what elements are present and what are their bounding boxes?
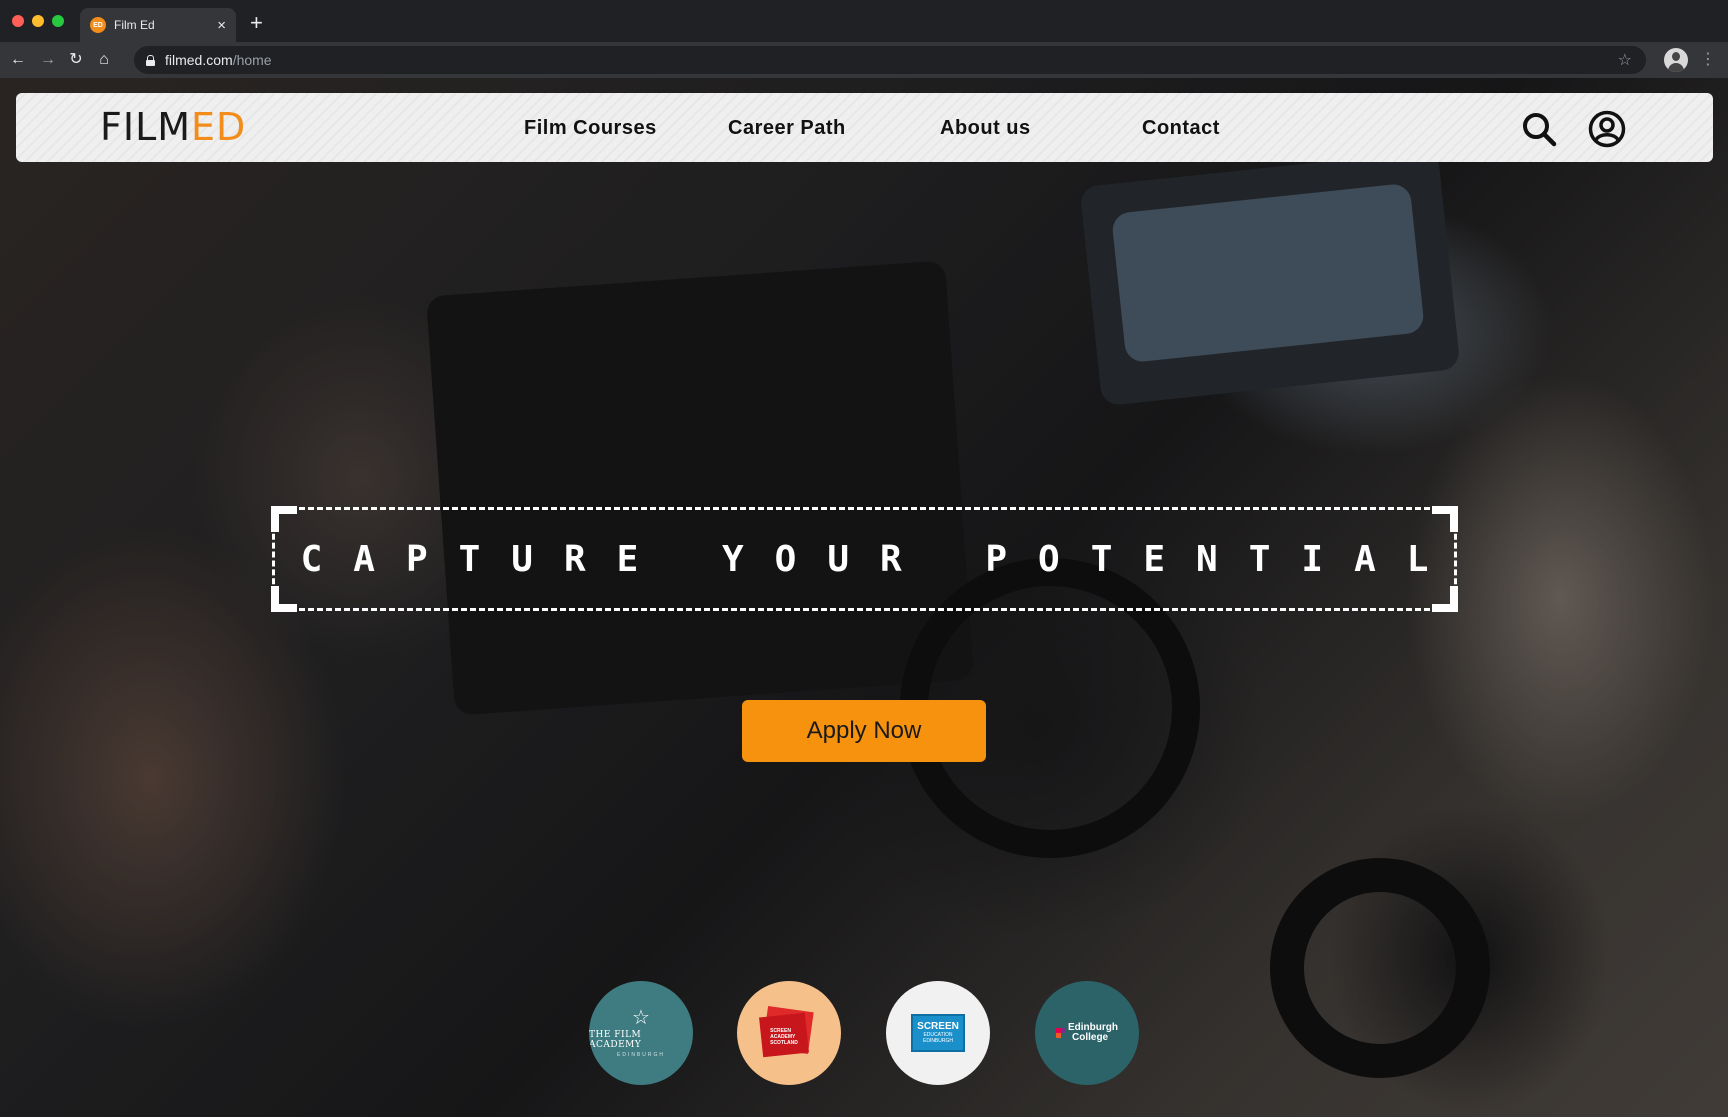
partner-screen-academy-logo[interactable]: SCREEN ACADEMY SCOTLAND bbox=[737, 981, 841, 1085]
url-path: /home bbox=[232, 52, 272, 68]
partner-screen-education-logo[interactable]: SCREEN EDUCATION EDINBURGH bbox=[886, 981, 990, 1085]
browser-chrome: ED Film Ed × + ← → ↻ ⌂ filmed.com /home … bbox=[0, 0, 1728, 78]
back-icon[interactable]: ← bbox=[8, 50, 28, 70]
camera-monitor-screen bbox=[1110, 182, 1426, 364]
browser-menu-icon[interactable]: ⋮ bbox=[1700, 48, 1716, 72]
home-icon[interactable]: ⌂ bbox=[94, 50, 114, 70]
nav-film-courses[interactable]: Film Courses bbox=[524, 117, 657, 140]
partner-logos: ☆ THE FILM ACADEMY EDINBURGH SCREEN ACAD… bbox=[0, 981, 1728, 1085]
minimize-window-button[interactable] bbox=[32, 15, 44, 27]
nav-contact[interactable]: Contact bbox=[1142, 117, 1220, 140]
nav-career-path[interactable]: Career Path bbox=[728, 117, 846, 140]
nav-about-us[interactable]: About us bbox=[940, 117, 1031, 140]
window-controls bbox=[12, 15, 64, 27]
apply-now-button[interactable]: Apply Now bbox=[742, 700, 986, 762]
camera-body-shape bbox=[425, 260, 975, 716]
forward-icon[interactable]: → bbox=[38, 50, 58, 70]
favicon-icon: ED bbox=[90, 17, 106, 33]
lock-icon bbox=[146, 54, 155, 66]
partner-sublabel: EDINBURGH bbox=[616, 1052, 665, 1058]
hero-headline: CAPTURE YOUR POTENTIAL bbox=[300, 538, 1460, 580]
close-tab-icon[interactable]: × bbox=[217, 18, 226, 33]
account-icon[interactable] bbox=[1588, 110, 1626, 148]
site-header: FILMED Film Courses Career Path About us… bbox=[16, 93, 1713, 162]
hero-headline-frame: CAPTURE YOUR POTENTIAL bbox=[271, 506, 1460, 612]
main-nav: Film Courses Career Path About us Contac… bbox=[16, 93, 1713, 162]
address-bar[interactable]: filmed.com /home ☆ bbox=[134, 46, 1646, 74]
partner-label: SCREEN ACADEMY SCOTLAND bbox=[770, 1028, 798, 1046]
partner-label: THE FILM ACADEMY bbox=[589, 1030, 642, 1050]
college-mark-icon bbox=[1056, 1028, 1066, 1038]
profile-avatar[interactable] bbox=[1664, 48, 1688, 72]
page-viewport: FILMED Film Courses Career Path About us… bbox=[0, 78, 1728, 1117]
maximize-window-button[interactable] bbox=[52, 15, 64, 27]
browser-tab[interactable]: ED Film Ed × bbox=[80, 8, 236, 42]
star-icon: ☆ bbox=[632, 1007, 650, 1029]
partner-label: Edinburgh College bbox=[1068, 1022, 1118, 1043]
url-host: filmed.com bbox=[165, 52, 233, 68]
browser-toolbar: ← → ↻ ⌂ filmed.com /home ☆ ⋮ bbox=[0, 42, 1728, 78]
bookmark-star-icon[interactable]: ☆ bbox=[1618, 50, 1632, 70]
tab-title: Film Ed bbox=[114, 18, 155, 32]
reload-icon[interactable]: ↻ bbox=[66, 50, 86, 70]
close-window-button[interactable] bbox=[12, 15, 24, 27]
partner-badge: SCREEN EDUCATION EDINBURGH bbox=[911, 1014, 965, 1052]
partner-edinburgh-college-logo[interactable]: Edinburgh College bbox=[1035, 981, 1139, 1085]
partner-film-academy-logo[interactable]: ☆ THE FILM ACADEMY EDINBURGH bbox=[589, 981, 693, 1085]
new-tab-button[interactable]: + bbox=[250, 12, 263, 34]
search-icon[interactable] bbox=[1521, 111, 1557, 147]
